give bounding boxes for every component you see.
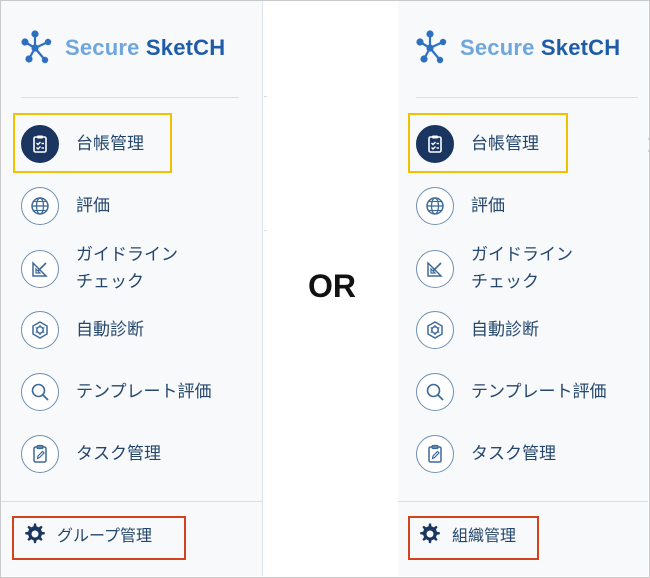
nav-item-auto-diagnosis[interactable]: 自動診断 — [21, 311, 144, 349]
sidebar-left: Secure SketCH 台帳管理 評価 ガイドライン チェック 自動診断 テ… — [1, 1, 263, 576]
globe-icon — [416, 187, 454, 225]
nav-item-label: 台帳管理 — [76, 133, 144, 154]
divider — [416, 97, 638, 98]
clipboard-check-icon — [21, 125, 59, 163]
brand-name: Secure SketCH — [65, 35, 226, 60]
divider-fragment — [264, 230, 267, 231]
brand-logo[interactable]: Secure SketCH — [21, 28, 225, 68]
magnifier-icon — [416, 373, 454, 411]
hexagon-gear-icon — [21, 311, 59, 349]
bottom-link-label: 組織管理 — [452, 526, 517, 545]
divider — [398, 501, 648, 502]
nav-item-label: 自動診断 — [76, 319, 144, 340]
nav-item-label: タスク管理 — [471, 443, 556, 464]
drafting-tools-icon — [416, 250, 454, 288]
nav-item-label: テンプレート評価 — [471, 381, 607, 402]
nav-item-ledger[interactable]: 台帳管理 — [21, 125, 144, 163]
clipboard-check-icon — [416, 125, 454, 163]
network-nodes-icon — [416, 30, 447, 64]
nav-item-label: テンプレート評価 — [76, 381, 212, 402]
nav-item-label: ガイドライン チェック — [76, 242, 178, 296]
nav-item-task-management[interactable]: タスク管理 — [416, 435, 556, 473]
drafting-tools-icon — [21, 250, 59, 288]
nav-item-ledger[interactable]: 台帳管理 — [416, 125, 539, 163]
divider — [21, 97, 239, 98]
nav-item-template-evaluation[interactable]: テンプレート評価 — [416, 373, 607, 411]
nav-item-label: ガイドライン チェック — [471, 242, 573, 296]
sidebar-right: Secure SketCH 台帳管理 評価 ガイドライン チェック 自動診断 テ… — [398, 1, 648, 576]
gear-icon — [25, 523, 45, 544]
label-line: チェック — [76, 272, 144, 292]
label-line: ガイドライン — [471, 245, 573, 265]
bottom-link-label: グループ管理 — [57, 526, 153, 545]
nav-item-evaluation[interactable]: 評価 — [21, 187, 110, 225]
gear-icon — [420, 523, 440, 544]
clipboard-pen-icon — [416, 435, 454, 473]
magnifier-icon — [21, 373, 59, 411]
nav-item-template-evaluation[interactable]: テンプレート評価 — [21, 373, 212, 411]
divider — [1, 501, 262, 502]
label-line: チェック — [471, 272, 539, 292]
nav-item-guideline-check[interactable]: ガイドライン チェック — [416, 242, 573, 296]
brand-name: Secure SketCH — [460, 35, 621, 60]
clipboard-pen-icon — [21, 435, 59, 473]
nav-item-label: 自動診断 — [471, 319, 539, 340]
nav-item-label: 評価 — [471, 195, 505, 216]
hexagon-gear-icon — [416, 311, 454, 349]
nav-item-auto-diagnosis[interactable]: 自動診断 — [416, 311, 539, 349]
nav-item-label: タスク管理 — [76, 443, 161, 464]
nav-item-guideline-check[interactable]: ガイドライン チェック — [21, 242, 178, 296]
or-separator: OR — [308, 268, 356, 304]
nav-item-task-management[interactable]: タスク管理 — [21, 435, 161, 473]
brand-logo[interactable]: Secure SketCH — [416, 28, 620, 68]
nav-item-label: 台帳管理 — [471, 133, 539, 154]
group-management-link[interactable]: グループ管理 — [23, 522, 152, 546]
organization-management-link[interactable]: 組織管理 — [418, 522, 516, 546]
network-nodes-icon — [21, 30, 52, 64]
globe-icon — [21, 187, 59, 225]
label-line: ガイドライン — [76, 245, 178, 265]
nav-item-evaluation[interactable]: 評価 — [416, 187, 505, 225]
divider-fragment — [264, 96, 267, 97]
nav-item-label: 評価 — [76, 195, 110, 216]
